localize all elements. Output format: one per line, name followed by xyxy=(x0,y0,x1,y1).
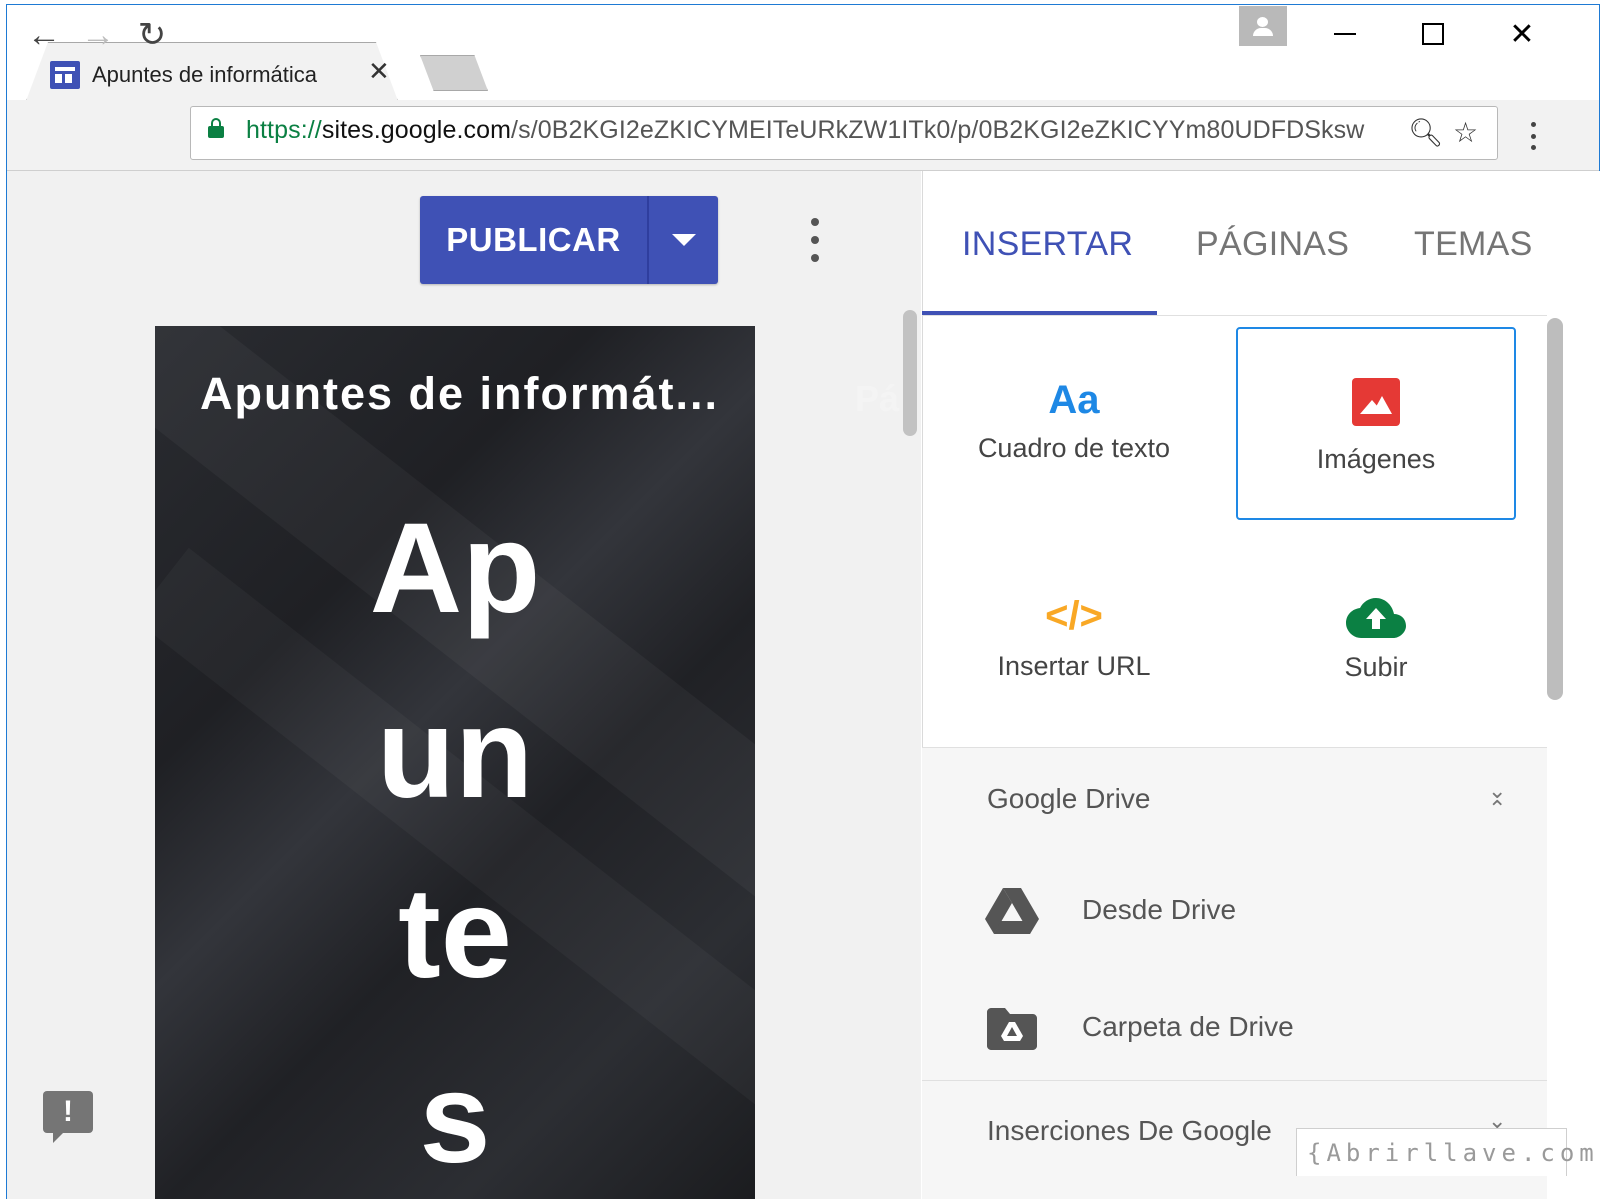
url-path: /s/0B2KGI2eZKICYMEITeURkZW1ITk0/p/0B2KGI… xyxy=(511,116,1365,144)
page-title-line[interactable]: un xyxy=(155,690,755,818)
maximize-button[interactable] xyxy=(1413,14,1453,54)
more-options-icon[interactable] xyxy=(805,218,825,262)
editor-scrollbar[interactable] xyxy=(903,310,917,436)
minimize-icon xyxy=(1334,33,1356,35)
drive-folder-item[interactable]: Carpeta de Drive xyxy=(1082,1011,1294,1043)
watermark: {Abrirllave.com xyxy=(1296,1128,1594,1176)
publish-options-button[interactable] xyxy=(649,196,718,284)
feedback-button[interactable]: ! xyxy=(43,1091,93,1143)
reload-icon: ↻ xyxy=(137,16,167,54)
url-text[interactable]: https://sites.google.com/s/0B2KGI2eZKICY… xyxy=(246,116,1364,145)
profile-avatar-icon[interactable] xyxy=(1239,6,1287,46)
tile-label: Subir xyxy=(1344,652,1408,682)
tile-label: Imágenes xyxy=(1316,444,1436,474)
google-drive-icon xyxy=(985,888,1039,934)
bookmark-star-icon[interactable]: ☆ xyxy=(1453,116,1478,149)
panel-scrollbar[interactable] xyxy=(1547,318,1563,700)
tab-insertar[interactable]: INSERTAR xyxy=(962,225,1133,264)
image-icon xyxy=(1352,378,1400,426)
upload-tile[interactable]: Subir xyxy=(1262,598,1490,683)
browser-menu-icon[interactable] xyxy=(1521,116,1545,156)
close-window-button[interactable]: ✕ xyxy=(1502,14,1542,54)
url-protocol: https:// xyxy=(246,116,322,144)
dropdown-arrow-icon xyxy=(671,234,696,246)
from-drive-item[interactable]: Desde Drive xyxy=(1082,894,1236,926)
url-host: sites.google.com xyxy=(321,116,512,144)
browser-tab-content[interactable]: Apuntes de informática xyxy=(50,55,317,95)
feedback-icon: ! xyxy=(63,1095,73,1128)
google-drive-section-title[interactable]: Google Drive xyxy=(987,783,1150,815)
zoom-icon[interactable]: 🔍︎ xyxy=(1408,116,1444,149)
site-nav-link[interactable]: Pá xyxy=(855,378,899,420)
page-title-line[interactable]: Ap xyxy=(155,505,755,633)
publish-split-button: PUBLICAR xyxy=(420,196,718,284)
back-arrow-icon: ← xyxy=(27,15,61,54)
text-box-icon: Aa xyxy=(1048,378,1100,422)
google-embeds-section-title[interactable]: Inserciones De Google xyxy=(987,1115,1272,1147)
tabs-divider xyxy=(922,315,1547,316)
insert-images-tile[interactable]: Imágenes xyxy=(1262,378,1490,475)
tile-label: Insertar URL xyxy=(997,651,1151,681)
tab-paginas[interactable]: PÁGINAS xyxy=(1196,225,1349,264)
close-icon: ✕ xyxy=(1509,17,1535,51)
tab-temas[interactable]: TEMAS xyxy=(1414,225,1533,264)
code-icon: </> xyxy=(1045,594,1103,638)
insert-url-tile[interactable]: </> Insertar URL xyxy=(960,594,1188,682)
maximize-icon xyxy=(1422,23,1444,45)
google-sites-favicon-icon xyxy=(50,61,80,89)
cloud-upload-icon xyxy=(1346,598,1406,638)
collapse-section-icon[interactable]: ⌄ ⌃ xyxy=(1488,780,1506,820)
lock-icon[interactable] xyxy=(208,118,224,138)
reload-button[interactable]: ↻ xyxy=(130,14,174,56)
forward-arrow-icon: → xyxy=(81,15,115,54)
minimize-button[interactable] xyxy=(1325,14,1365,54)
tile-label: Cuadro de texto xyxy=(977,433,1171,463)
page-title-line[interactable]: te xyxy=(155,870,755,998)
tab-title: Apuntes de informática xyxy=(92,62,318,87)
page-title-line[interactable]: s xyxy=(155,1055,755,1183)
tab-close-icon[interactable]: ✕ xyxy=(368,56,390,86)
drive-folder-icon xyxy=(987,1008,1037,1050)
insert-text-box-tile[interactable]: Aa Cuadro de texto xyxy=(960,378,1188,464)
forward-button[interactable]: → xyxy=(76,14,120,56)
back-button[interactable]: ← xyxy=(22,14,66,56)
publish-button[interactable]: PUBLICAR xyxy=(420,196,649,284)
site-title[interactable]: Apuntes de informát... xyxy=(200,368,719,420)
